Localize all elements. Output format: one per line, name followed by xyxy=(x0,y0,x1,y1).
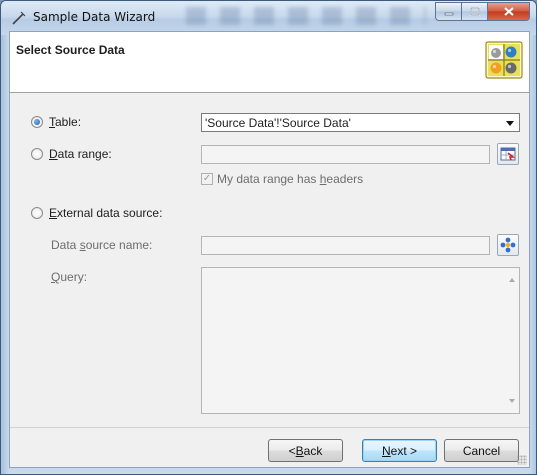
query-label-rest: uery: xyxy=(60,270,88,284)
table-label: Table: xyxy=(49,115,81,129)
data-range-input[interactable] xyxy=(201,145,490,164)
headers-checkbox-label: My data range has headers xyxy=(217,172,363,186)
window-title: Sample Data Wizard xyxy=(33,10,156,24)
headers-label-pre: My data range has xyxy=(217,172,320,186)
next-label-accel: N xyxy=(381,443,391,458)
wizard-header: Select Source Data xyxy=(10,32,529,93)
external-radio-row[interactable]: External data source: xyxy=(31,206,162,220)
back-label-rest: ack xyxy=(303,443,323,458)
dsn-label-rest: ource name: xyxy=(85,238,153,252)
data-range-label-accel: D xyxy=(49,147,58,161)
cancel-button[interactable]: Cancel xyxy=(444,439,519,462)
wizard-window: Sample Data Wizard Select Source Data Ta… xyxy=(0,0,537,475)
external-label-accel: E xyxy=(49,206,58,220)
headers-checkbox-row[interactable]: ✓ My data range has headers xyxy=(201,172,363,186)
back-label-accel: B xyxy=(295,443,304,458)
background-blur xyxy=(186,7,426,25)
next-button[interactable]: Next > xyxy=(362,439,437,462)
external-label: External data source: xyxy=(49,206,162,220)
maximize-icon xyxy=(469,7,480,16)
table-select[interactable]: 'Source Data'!'Source Data' xyxy=(201,113,520,132)
title-bar[interactable]: Sample Data Wizard xyxy=(1,1,536,35)
scroll-down-arrow-icon[interactable] xyxy=(509,399,515,403)
query-label-accel: Q xyxy=(51,270,61,284)
range-picker-icon xyxy=(500,147,516,161)
next-label-rest: ext > xyxy=(390,443,418,458)
footer-divider xyxy=(10,427,529,428)
close-button[interactable] xyxy=(487,2,530,21)
chevron-down-icon[interactable] xyxy=(506,121,514,126)
resize-grip[interactable] xyxy=(517,455,527,465)
caption-buttons xyxy=(435,2,530,22)
query-textarea[interactable] xyxy=(201,267,520,414)
query-label: Query: xyxy=(51,270,87,284)
range-picker-button[interactable] xyxy=(497,143,519,165)
data-source-picker-icon xyxy=(500,237,516,253)
minimize-icon xyxy=(444,12,453,15)
dsn-label-pre: Data xyxy=(51,238,80,252)
data-source-name-input[interactable] xyxy=(201,236,490,255)
back-button[interactable]: < Back xyxy=(268,439,343,462)
table-select-value: 'Source Data'!'Source Data' xyxy=(205,116,351,130)
table-radio[interactable] xyxy=(31,116,43,128)
scroll-up-arrow-icon[interactable] xyxy=(509,278,515,282)
wizard-icon xyxy=(12,11,26,25)
minimize-button[interactable] xyxy=(435,2,461,21)
table-label-rest: able: xyxy=(55,115,82,129)
table-radio-row[interactable]: Table: xyxy=(31,115,81,129)
maximize-button[interactable] xyxy=(461,2,487,21)
data-range-label-rest: ata range: xyxy=(57,147,112,161)
page-title: Select Source Data xyxy=(16,43,125,57)
data-range-label: Data range: xyxy=(49,147,112,161)
data-range-radio[interactable] xyxy=(31,148,43,160)
data-source-picker-button[interactable] xyxy=(497,234,519,256)
data-source-name-label: Data source name: xyxy=(51,238,152,252)
headers-checkbox[interactable]: ✓ xyxy=(201,173,213,185)
external-radio[interactable] xyxy=(31,207,43,219)
headers-label-rest: eaders xyxy=(326,172,364,186)
close-icon xyxy=(503,7,514,16)
colored-balls-logo xyxy=(485,41,523,79)
back-label-pre: < xyxy=(288,443,296,458)
data-range-radio-row[interactable]: Data range: xyxy=(31,147,112,161)
dialog-client: Select Source Data Table: 'Source Data'!… xyxy=(9,31,530,468)
external-label-rest: xternal data source: xyxy=(57,206,163,220)
